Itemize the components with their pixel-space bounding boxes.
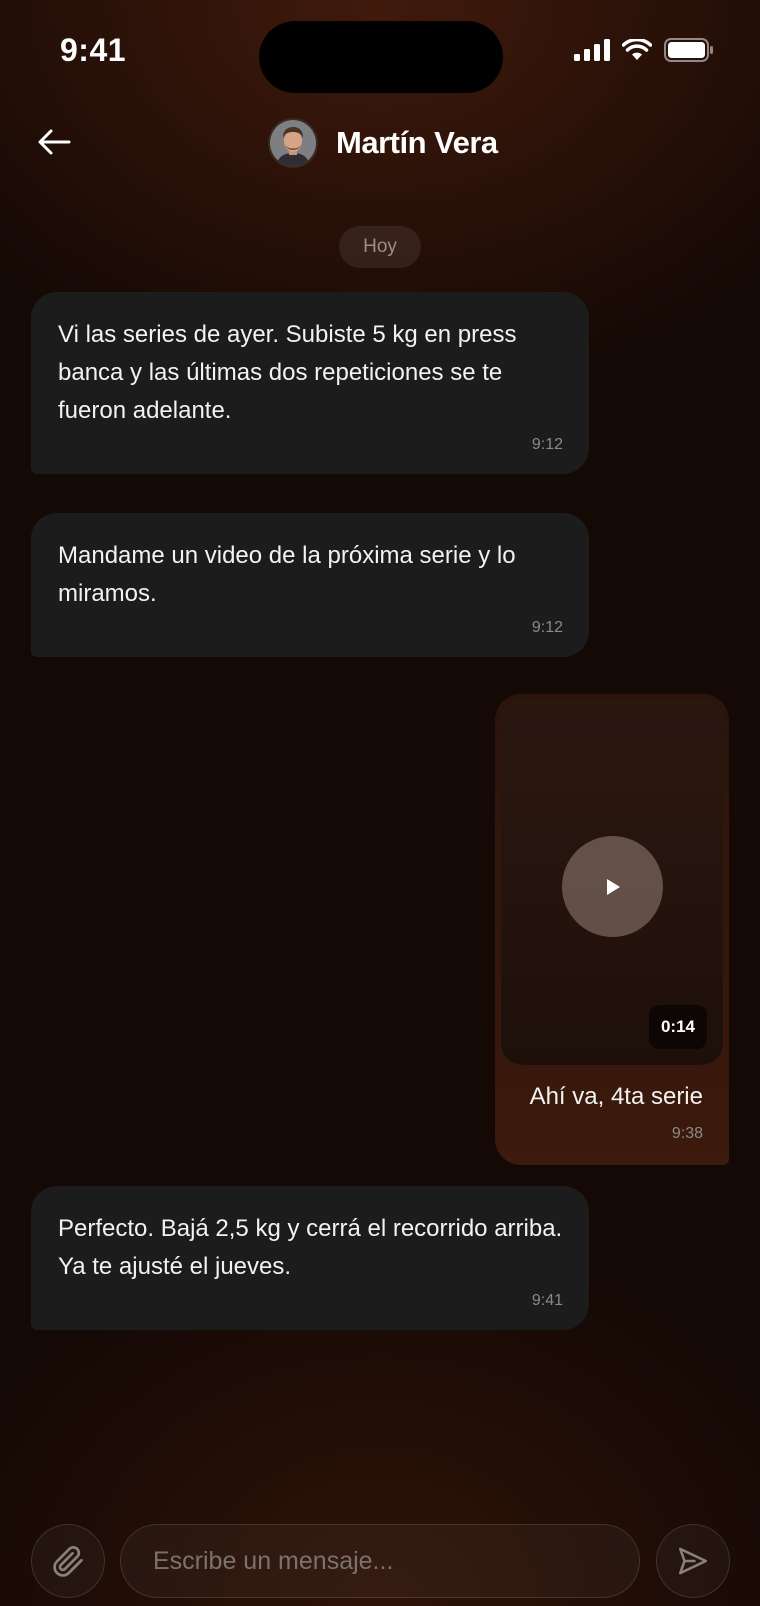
message-text: Vi las series de ayer. Subiste 5 kg en p… xyxy=(58,321,517,424)
message-time: 9:38 xyxy=(671,1125,703,1142)
message-bubble-incoming[interactable]: Mandame un video de la próxima serie y l… xyxy=(31,513,589,657)
play-button[interactable] xyxy=(562,836,663,937)
paperclip-icon xyxy=(53,1546,83,1577)
message-bubble-incoming[interactable]: Perfecto. Bajá 2,5 kg y cerrá el recorri… xyxy=(31,1186,589,1330)
status-icons xyxy=(574,38,714,62)
contact-info[interactable]: Martín Vera xyxy=(268,118,498,168)
status-bar: 9:41 xyxy=(0,0,760,100)
message-time: 9:41 xyxy=(531,1292,563,1309)
message-text: Perfecto. Bajá 2,5 kg y cerrá el recorri… xyxy=(58,1215,563,1280)
message-text: Mandame un video de la próxima serie y l… xyxy=(58,542,516,607)
contact-name: Martín Vera xyxy=(336,125,498,160)
back-button[interactable] xyxy=(30,120,78,164)
message-bubble-outgoing[interactable]: 0:14 Ahí va, 4ta serie 9:38 xyxy=(495,694,729,1165)
wifi-icon xyxy=(622,39,652,60)
send-icon xyxy=(678,1547,708,1575)
message-bubble-incoming[interactable]: Vi las series de ayer. Subiste 5 kg en p… xyxy=(31,292,589,474)
message-composer xyxy=(0,1524,760,1598)
chat-header: Martín Vera xyxy=(0,108,760,178)
cellular-signal-icon xyxy=(574,39,610,61)
send-button[interactable] xyxy=(656,1524,730,1598)
message-text: Ahí va, 4ta serie xyxy=(529,1083,703,1110)
attach-button[interactable] xyxy=(31,1524,105,1598)
message-input[interactable] xyxy=(120,1524,640,1598)
video-thumbnail[interactable]: 0:14 xyxy=(501,700,723,1065)
play-icon xyxy=(606,878,620,895)
message-time: 9:12 xyxy=(531,436,563,453)
avatar xyxy=(268,118,318,168)
arrow-left-icon xyxy=(38,129,71,155)
status-time: 9:41 xyxy=(60,32,127,68)
battery-icon xyxy=(664,38,713,62)
video-duration: 0:14 xyxy=(648,1005,707,1049)
date-separator: Hoy xyxy=(339,226,421,268)
dynamic-island xyxy=(259,21,503,93)
message-time: 9:12 xyxy=(531,619,563,636)
